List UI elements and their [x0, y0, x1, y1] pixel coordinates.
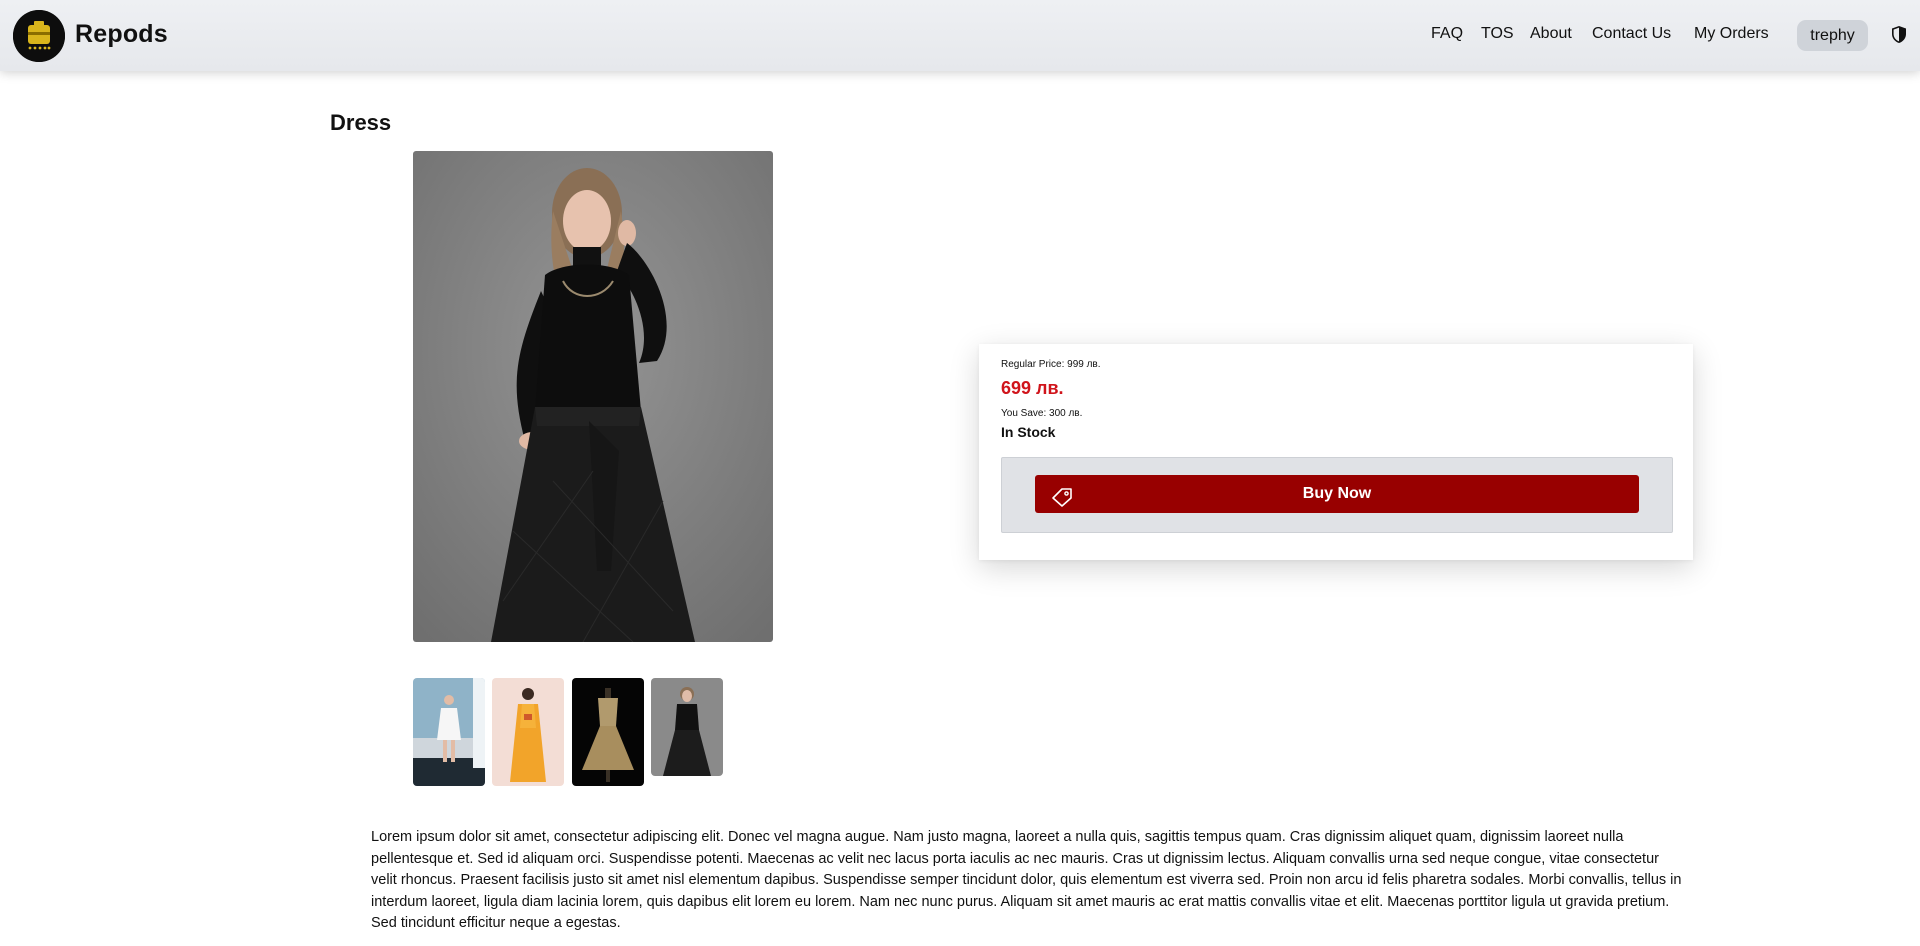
- brand-name[interactable]: Repods: [75, 20, 168, 49]
- thumbnail-white-dress[interactable]: [413, 678, 485, 786]
- regular-price: Regular Price: 999 лв.: [1001, 359, 1101, 370]
- stock-status: In Stock: [1001, 424, 1056, 440]
- product-main-image: [413, 151, 773, 642]
- sale-price: 699 лв.: [1001, 378, 1064, 398]
- nav-tos[interactable]: TOS: [1481, 25, 1514, 43]
- buy-box: Buy Now: [1001, 457, 1673, 533]
- product-description: Lorem ipsum dolor sit amet, consectetur …: [371, 829, 1682, 931]
- nav-my-orders[interactable]: My Orders: [1694, 25, 1769, 43]
- user-menu-button[interactable]: trephy: [1797, 20, 1868, 51]
- nav-contact-us[interactable]: Contact Us: [1592, 25, 1671, 43]
- nav-faq[interactable]: FAQ: [1431, 25, 1463, 43]
- nav-about[interactable]: About: [1530, 25, 1572, 43]
- thumbnail-orange-dress[interactable]: [492, 678, 564, 786]
- price-card: Regular Price: 999 лв. 699 лв. You Save:…: [979, 344, 1693, 560]
- top-navbar: Repods FAQ TOS About Contact Us My Order…: [0, 0, 1920, 71]
- tag-icon: [1051, 484, 1073, 507]
- product-title: Dress: [330, 110, 392, 135]
- buy-now-button[interactable]: Buy Now: [1035, 475, 1639, 513]
- buy-now-label: Buy Now: [1302, 485, 1372, 502]
- you-save: You Save: 300 лв.: [1001, 408, 1083, 419]
- thumbnail-black-dress[interactable]: [651, 678, 723, 776]
- shield-icon[interactable]: [1891, 25, 1907, 44]
- thumbnail-gold-dress[interactable]: [572, 678, 644, 786]
- logo-icon[interactable]: [13, 10, 65, 62]
